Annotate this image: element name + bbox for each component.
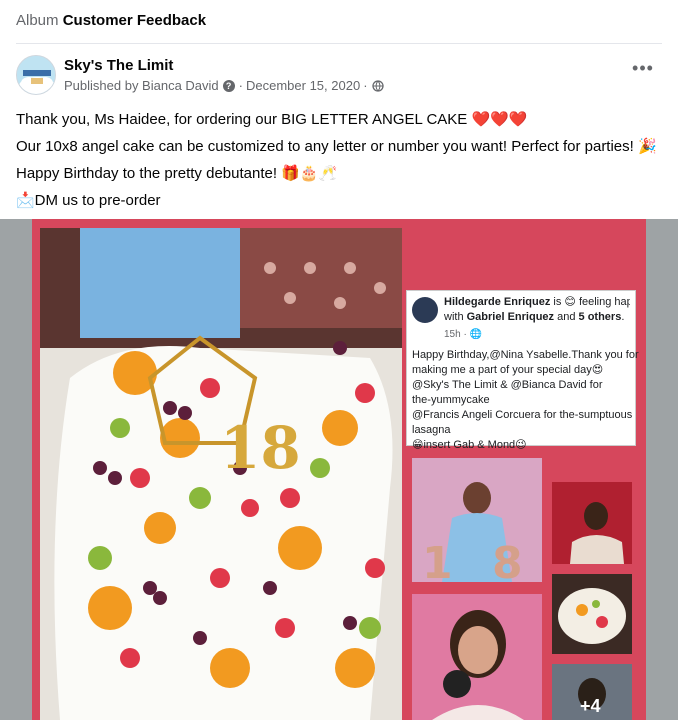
page-name-link[interactable]: Sky's The Limit (64, 57, 173, 74)
meta-separator-2: · (363, 78, 368, 93)
debutante-photo: 1 8 (412, 458, 542, 582)
selfie-photo (412, 594, 542, 720)
card-period: . (621, 311, 625, 323)
published-by-text[interactable]: Published by Bianca David (64, 78, 219, 93)
card-line-5: @Francis Angeli Corcuera for the-sumptuo… (412, 409, 633, 421)
post-line-4: 📩DM us to pre-order (16, 192, 161, 209)
svg-text:18: 18 (220, 414, 301, 482)
post-text: Thank you, Ms Haidee, for ordering our B… (16, 106, 662, 214)
card-header: Hildegarde Enriquez is 😊 feeling happy w… (412, 295, 630, 333)
cake-photo: 18 (40, 228, 402, 720)
page-avatar[interactable] (16, 55, 56, 95)
card-avatar (412, 297, 438, 323)
facebook-post-screenshot: Hildegarde Enriquez is 😊 feeling happy w… (406, 290, 639, 451)
svg-text:8: 8 (492, 538, 523, 582)
card-line-6: lasagna (412, 424, 451, 436)
post-line-2: Our 10x8 angel cake can be customized to… (16, 138, 657, 155)
post-header: Sky's The Limit Published by Bianca Davi… (16, 55, 662, 97)
more-options-button[interactable]: ••• (628, 59, 658, 83)
post-line-3: Happy Birthday to the pretty debutante! … (16, 165, 338, 182)
food-photo (552, 574, 632, 654)
post-date-link[interactable]: December 15, 2020 (246, 78, 360, 93)
card-others: 5 others (578, 311, 622, 323)
album-prefix: Album (16, 12, 59, 29)
card-author: Hildegarde Enriquez (444, 296, 551, 308)
card-line-3: @Sky's The Limit & @Bianca David for (412, 379, 603, 391)
meta-separator: · (238, 78, 243, 93)
post-line-1: Thank you, Ms Haidee, for ordering our B… (16, 111, 528, 128)
svg-text:1: 1 (422, 538, 453, 582)
card-author-line: Hildegarde Enriquez is 😊 feeling happy (444, 295, 630, 310)
card-text: Happy Birthday,@Nina Ysabelle.Thank you … (412, 348, 639, 453)
card-with-name: Gabriel Enriquez (466, 311, 555, 323)
card-with-line: with Gabriel Enriquez and 5 others. (444, 310, 630, 325)
card-line-7: 😁insert Gab & Mond😉 (412, 439, 527, 451)
card-and: and (554, 311, 579, 323)
card-line-4: the-yummycake (412, 394, 490, 406)
card-line-2: making me a part of your special day😍 (412, 364, 604, 376)
question-icon[interactable]: ? (222, 79, 235, 92)
globe-icon (371, 79, 384, 92)
portrait-photo-1 (552, 482, 632, 564)
card-feeling: is 😊 feeling happy (553, 296, 630, 308)
post-meta: Published by Bianca David ? · December 1… (64, 78, 384, 93)
more-photos-count[interactable]: +4 (580, 696, 601, 717)
album-breadcrumb: Album Customer Feedback (16, 0, 662, 44)
card-line-1: Happy Birthday,@Nina Ysabelle.Thank you … (412, 349, 639, 361)
album-name-link[interactable]: Customer Feedback (63, 12, 206, 29)
card-with: with (444, 311, 467, 323)
